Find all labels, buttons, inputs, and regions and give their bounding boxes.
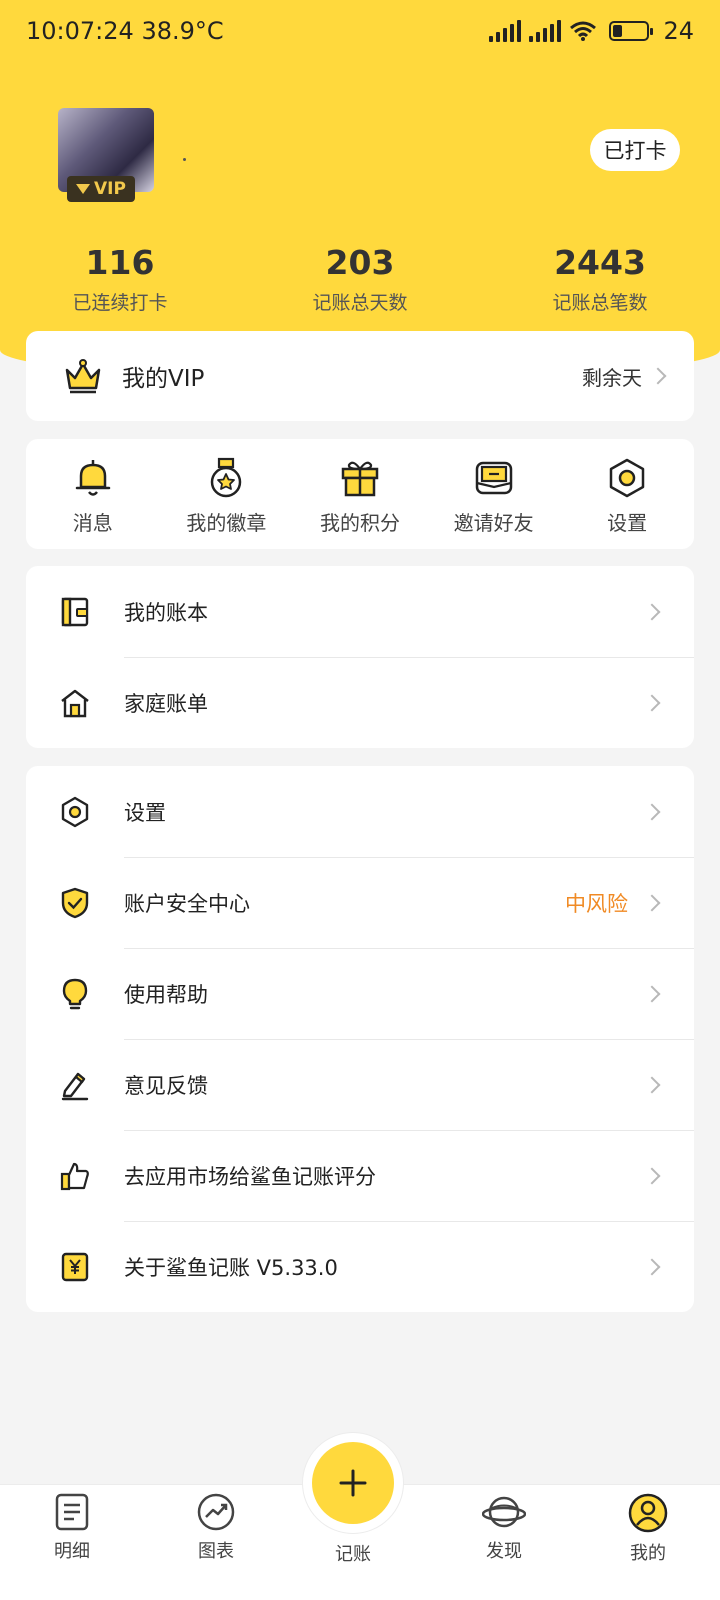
thumbs-up-icon <box>60 1162 89 1190</box>
add-entry-label: 记账 <box>335 1544 371 1565</box>
list-item-label: 使用帮助 <box>124 982 208 1007</box>
stat-label: 记账总笔数 <box>552 292 648 314</box>
username <box>183 158 186 161</box>
list-item-label: 账户安全中心 <box>124 891 250 916</box>
quick-item-badges[interactable]: 我的徽章 <box>160 439 294 549</box>
quick-item-settings[interactable]: 设置 <box>560 439 694 549</box>
checkin-button[interactable]: 已打卡 <box>590 129 680 171</box>
list-item-family-bill[interactable]: 家庭账单 <box>26 657 694 748</box>
hexagon-settings-icon <box>609 458 645 498</box>
chevron-right-icon <box>643 1258 661 1275</box>
tab-label: 我的 <box>630 1543 666 1564</box>
list-item-label: 家庭账单 <box>124 691 208 716</box>
crown-icon <box>65 359 101 394</box>
quick-item-label: 邀请好友 <box>453 511 534 535</box>
quick-item-label: 消息 <box>72 511 113 535</box>
envelope-icon <box>475 461 512 495</box>
tab-mine[interactable]: 我的 <box>576 1485 720 1600</box>
stat-value: 203 <box>325 243 395 282</box>
bell-icon <box>75 460 111 496</box>
status-left: 10:07:24 38.9°C <box>26 17 224 45</box>
stat-label: 记账总天数 <box>312 292 408 314</box>
book-list-card: 我的账本 家庭账单 <box>26 566 694 748</box>
status-temperature: 38.9°C <box>141 17 224 45</box>
tab-label: 发现 <box>486 1541 522 1562</box>
stat-label: 已连续打卡 <box>72 292 168 314</box>
medal-icon <box>211 457 242 498</box>
list-item-rate-app[interactable]: 去应用市场给鲨鱼记账评分 <box>26 1130 694 1221</box>
tab-label: 明细 <box>54 1541 90 1562</box>
chevron-right-icon <box>643 985 661 1002</box>
plus-icon <box>339 1469 367 1497</box>
vip-badge-label: VIP <box>94 179 126 199</box>
battery-level: 24 <box>663 17 694 45</box>
lightbulb-icon <box>62 978 88 1009</box>
status-bar: 10:07:24 38.9°C 24 <box>0 0 720 62</box>
chevron-right-icon <box>649 367 667 385</box>
list-item-account-security[interactable]: 账户安全中心 中风险 <box>26 857 694 948</box>
quick-item-invite[interactable]: 邀请好友 <box>427 439 561 549</box>
status-right: 24 <box>489 17 694 45</box>
chart-icon <box>197 1493 235 1531</box>
profile-icon <box>628 1493 668 1533</box>
document-icon <box>55 1493 89 1531</box>
quick-item-messages[interactable]: 消息 <box>26 439 160 549</box>
status-time: 10:07:24 <box>26 17 134 45</box>
chevron-right-icon <box>643 894 661 911</box>
diamond-icon <box>76 184 91 194</box>
shield-icon <box>61 887 89 918</box>
quick-item-label: 我的徽章 <box>186 511 267 535</box>
chevron-right-icon <box>643 1076 661 1093</box>
cellular-signal-icon <box>489 20 522 42</box>
battery-icon <box>609 21 654 41</box>
hexagon-settings-icon <box>61 796 89 827</box>
gift-icon <box>341 461 379 497</box>
stat-consecutive-checkin[interactable]: 116 已连续打卡 <box>0 240 240 315</box>
chevron-right-icon <box>643 603 661 620</box>
list-item-about[interactable]: 关于鲨鱼记账 V5.33.0 <box>26 1221 694 1312</box>
house-icon <box>61 689 89 717</box>
chevron-right-icon <box>643 803 661 820</box>
list-item-help[interactable]: 使用帮助 <box>26 948 694 1039</box>
list-item-settings[interactable]: 设置 <box>26 766 694 857</box>
vip-badge: VIP <box>67 176 135 202</box>
quick-item-label: 我的积分 <box>319 511 400 535</box>
list-item-label: 设置 <box>124 800 166 825</box>
stat-value: 2443 <box>554 243 646 282</box>
list-item-label: 关于鲨鱼记账 V5.33.0 <box>124 1255 338 1280</box>
list-item-my-ledger[interactable]: 我的账本 <box>26 566 694 657</box>
tab-details[interactable]: 明细 <box>0 1485 144 1600</box>
yuan-card-icon <box>61 1252 89 1281</box>
pencil-icon <box>61 1072 89 1100</box>
list-item-label: 我的账本 <box>124 600 208 625</box>
chevron-right-icon <box>643 694 661 711</box>
quick-actions-card: 消息 我的徽章 我的积分 邀请好友 设置 <box>26 439 694 549</box>
stats-row: 116 已连续打卡 203 记账总天数 2443 记账总笔数 <box>0 240 720 315</box>
chevron-right-icon <box>643 1167 661 1184</box>
planet-icon <box>482 1496 526 1528</box>
quick-item-label: 设置 <box>607 511 648 535</box>
vip-remaining: 剩余天 <box>582 365 642 390</box>
my-vip-card[interactable]: 我的VIP 剩余天 <box>26 331 694 421</box>
cellular-signal-icon-2 <box>529 20 562 42</box>
tab-discover[interactable]: 发现 <box>432 1485 576 1600</box>
ledger-icon <box>61 597 89 626</box>
tab-label: 图表 <box>198 1541 234 1562</box>
my-vip-label: 我的VIP <box>122 366 205 392</box>
quick-item-points[interactable]: 我的积分 <box>293 439 427 549</box>
list-item-label: 去应用市场给鲨鱼记账评分 <box>124 1164 376 1189</box>
wifi-icon <box>570 21 597 41</box>
list-item-feedback[interactable]: 意见反馈 <box>26 1039 694 1130</box>
stat-total-days[interactable]: 203 记账总天数 <box>240 240 480 315</box>
stat-total-entries[interactable]: 2443 记账总笔数 <box>480 240 720 315</box>
settings-list-card: 设置 账户安全中心 中风险 使用帮助 意见反馈 去应用市场给鲨鱼记账评分 关于鲨… <box>26 766 694 1312</box>
stat-value: 116 <box>85 243 155 282</box>
tab-charts[interactable]: 图表 <box>144 1485 288 1600</box>
risk-level-text: 中风险 <box>565 891 628 916</box>
list-item-label: 意见反馈 <box>124 1073 208 1098</box>
add-entry-button[interactable] <box>312 1442 394 1524</box>
